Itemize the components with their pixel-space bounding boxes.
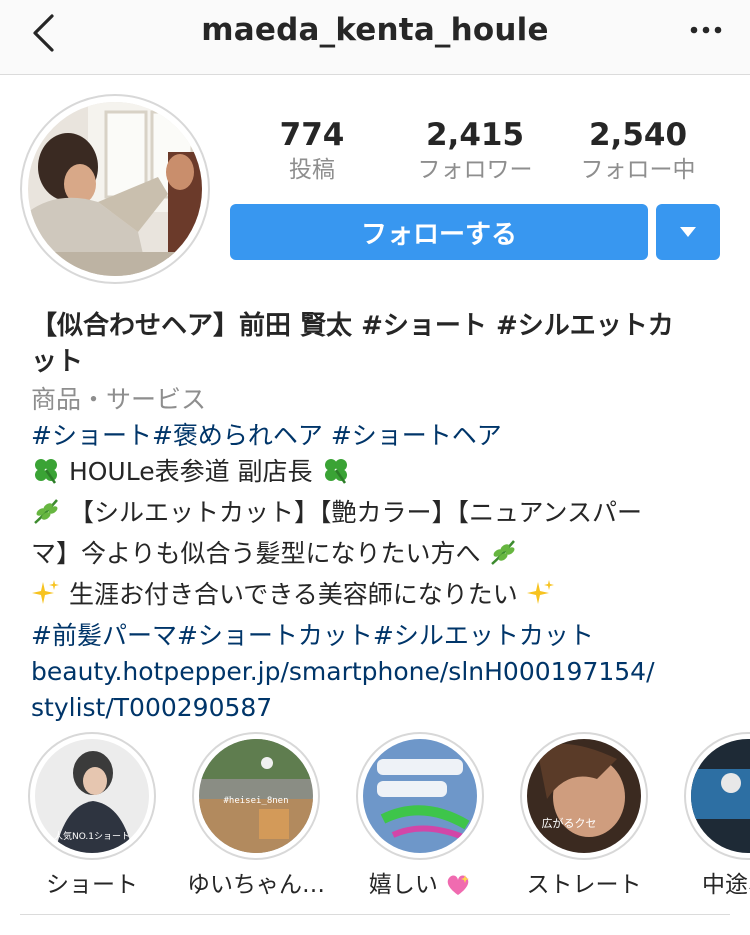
four-leaf-clover-icon xyxy=(31,455,61,495)
highlight-item[interactable]: 人気NO.1ショート ショート xyxy=(22,732,162,900)
bio-dream-text: 生涯お付き合いできる美容師になりたい xyxy=(68,580,518,609)
sparkles-icon xyxy=(31,578,61,618)
stat-followers-value: 2,415 xyxy=(425,117,525,153)
highlight-ring: 人気NO.1ショート xyxy=(28,732,156,860)
bio-link-line: stylist/T000290587 xyxy=(31,693,273,722)
highlight-label-text: 嬉しい xyxy=(368,872,438,898)
bio-website-link[interactable]: beauty.hotpepper.jp/smartphone/slnH00019… xyxy=(31,654,721,726)
caret-down-icon xyxy=(680,227,696,237)
highlight-overlay-text: #heisei_8nen xyxy=(223,796,288,806)
highlight-label: ゆいちゃん… xyxy=(187,872,325,898)
bio-hashtags-2[interactable]: #前髪パーマ#ショートカット#シルエットカット xyxy=(31,618,721,654)
bio-name-line: 【似合わせヘア】前田 賢太 #ショート #シルエットカ xyxy=(31,311,674,341)
highlight-label: 中途、美 xyxy=(702,872,750,898)
highlight-cover: 広がるクセ xyxy=(527,739,641,853)
highlight-cover xyxy=(363,739,477,853)
bio-shop-text: HOULe表参道 副店長 xyxy=(68,457,313,486)
stat-following-label: フォロー中 xyxy=(580,157,696,183)
highlight-ring: #heisei_8nen xyxy=(192,732,320,860)
stat-followers-label: フォロワー xyxy=(417,157,533,183)
story-highlights: 人気NO.1ショート ショート #heisei_8nen ゆいちゃん… 嬉しい … xyxy=(0,732,750,902)
highlight-ring xyxy=(356,732,484,860)
herb-icon xyxy=(31,496,61,536)
highlight-label: ショート xyxy=(46,872,138,898)
highlight-item[interactable]: #heisei_8nen ゆいちゃん… xyxy=(186,732,326,900)
bio-name: 【似合わせヘア】前田 賢太 #ショート #シルエットカ ット xyxy=(31,308,721,380)
bio-name-line: ット xyxy=(31,347,84,377)
sparkles-icon xyxy=(526,578,556,618)
avatar-ring[interactable] xyxy=(20,94,210,284)
divider xyxy=(20,914,730,915)
bio-shop-line: HOULe表参道 副店長 xyxy=(31,454,721,495)
top-bar: maeda_kenta_houle xyxy=(0,0,750,75)
bio-menu-text-2: マ】今よりも似合う髪型になりたい方へ xyxy=(31,539,481,568)
stat-posts-value: 774 xyxy=(279,117,345,153)
bio-menu-line-2: マ】今よりも似合う髪型になりたい方へ xyxy=(31,536,721,577)
bio-hashtags[interactable]: #ショート#褒められヘア #ショートヘア xyxy=(31,418,721,454)
highlight-label: 嬉しい xyxy=(350,870,490,902)
bio-menu-line: 【シルエットカット】【艶カラー】【ニュアンスパー xyxy=(31,495,721,536)
four-leaf-clover-icon xyxy=(321,455,351,495)
highlight-overlay-text: 人気NO.1ショート xyxy=(54,830,130,842)
more-options-button[interactable] xyxy=(676,12,736,48)
highlight-item[interactable]: 中途、美 xyxy=(678,732,750,900)
suggestions-dropdown-button[interactable] xyxy=(656,204,720,260)
stat-following[interactable]: 2,540 フォロー中 xyxy=(572,116,704,186)
sparkling-heart-icon xyxy=(445,873,471,902)
bio-menu-text: 【シルエットカット】【艶カラー】【ニュアンスパー xyxy=(68,498,642,527)
stat-following-value: 2,540 xyxy=(588,117,688,153)
highlight-ring: 広がるクセ xyxy=(520,732,648,860)
more-dots-icon xyxy=(690,26,722,34)
highlight-cover: 人気NO.1ショート xyxy=(35,739,149,853)
highlight-cover xyxy=(691,739,750,853)
bio-dream-line: 生涯お付き合いできる美容師になりたい xyxy=(31,577,721,618)
highlight-item[interactable]: 広がるクセ ストレート xyxy=(514,732,654,900)
avatar xyxy=(28,102,202,276)
highlight-overlay-text: 広がるクセ xyxy=(542,816,597,830)
highlight-ring xyxy=(684,732,750,860)
stat-followers[interactable]: 2,415 フォロワー xyxy=(410,116,540,186)
stat-posts-label: 投稿 xyxy=(289,157,335,183)
profile-username: maeda_kenta_houle xyxy=(201,12,549,48)
stat-posts: 774 投稿 xyxy=(270,116,354,186)
profile-bio: 【似合わせヘア】前田 賢太 #ショート #シルエットカ ット 商品・サービス #… xyxy=(31,308,721,726)
highlight-item[interactable]: 嬉しい xyxy=(350,732,490,902)
follow-button[interactable]: フォローする xyxy=(230,204,648,260)
bio-link-line: beauty.hotpepper.jp/smartphone/slnH00019… xyxy=(31,657,655,686)
highlight-cover: #heisei_8nen xyxy=(199,739,313,853)
herb-icon xyxy=(488,537,518,577)
bio-category: 商品・サービス xyxy=(31,385,207,414)
highlight-label: ストレート xyxy=(526,872,642,898)
